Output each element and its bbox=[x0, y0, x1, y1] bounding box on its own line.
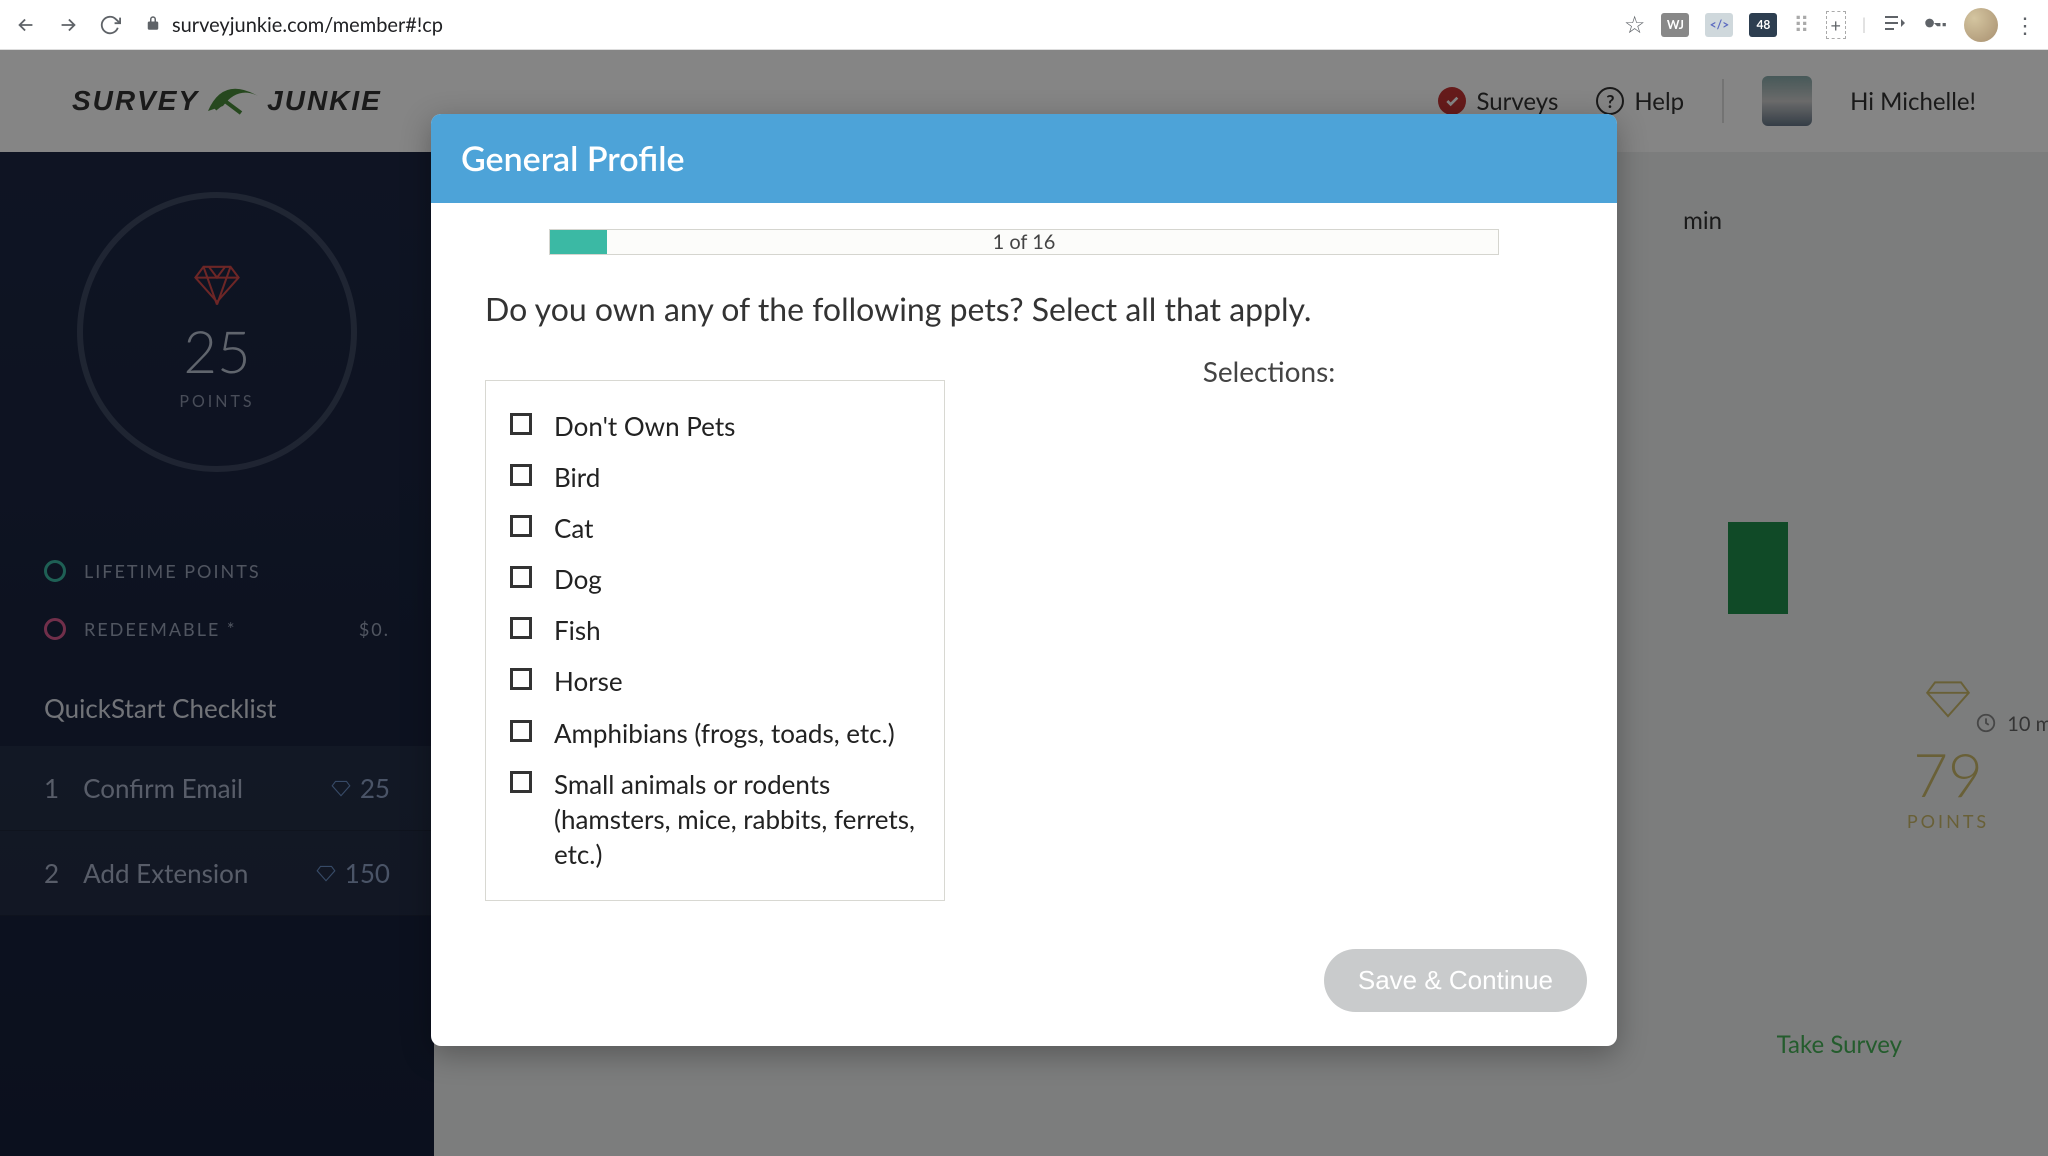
progress-text: 1 of 16 bbox=[993, 230, 1056, 254]
extension-dots-icon[interactable]: ⠿ bbox=[1793, 11, 1809, 39]
address-bar[interactable]: surveyjunkie.com/member#!cp bbox=[138, 13, 1610, 37]
survey-question: Do you own any of the following pets? Se… bbox=[485, 289, 1563, 328]
options-list: Don't Own Pets Bird Cat Dog bbox=[485, 380, 945, 901]
option-fish[interactable]: Fish bbox=[510, 605, 920, 656]
option-label: Small animals or rodents (hamsters, mice… bbox=[554, 767, 920, 872]
reload-button[interactable] bbox=[96, 11, 124, 39]
checkbox-icon[interactable] bbox=[510, 566, 532, 588]
option-label: Don't Own Pets bbox=[554, 409, 735, 444]
option-horse[interactable]: Horse bbox=[510, 656, 920, 707]
option-label: Amphibians (frogs, toads, etc.) bbox=[554, 716, 895, 751]
media-icon[interactable] bbox=[1882, 11, 1906, 39]
checkbox-icon[interactable] bbox=[510, 413, 532, 435]
menu-dots-icon[interactable]: ⋮ bbox=[2014, 11, 2036, 39]
extension-code-icon[interactable]: </> bbox=[1705, 13, 1733, 37]
checkbox-icon[interactable] bbox=[510, 515, 532, 537]
option-bird[interactable]: Bird bbox=[510, 452, 920, 503]
option-label: Dog bbox=[554, 562, 602, 597]
progress-bar: 1 of 16 bbox=[549, 229, 1499, 255]
option-label: Horse bbox=[554, 664, 623, 699]
star-icon[interactable]: ☆ bbox=[1624, 10, 1646, 39]
profile-avatar[interactable] bbox=[1964, 8, 1998, 42]
extension-wj-icon[interactable]: WJ bbox=[1661, 13, 1689, 37]
url-text: surveyjunkie.com/member#!cp bbox=[172, 13, 443, 37]
option-small-animals[interactable]: Small animals or rodents (hamsters, mice… bbox=[510, 759, 920, 880]
extension-badge-48[interactable]: 48 bbox=[1749, 13, 1777, 37]
option-dog[interactable]: Dog bbox=[510, 554, 920, 605]
general-profile-modal: General Profile 1 of 16 Do you own any o… bbox=[431, 114, 1617, 1046]
back-button[interactable] bbox=[12, 11, 40, 39]
modal-title: General Profile bbox=[431, 114, 1617, 203]
forward-button[interactable] bbox=[54, 11, 82, 39]
key-icon[interactable] bbox=[1922, 10, 1948, 40]
checkbox-icon[interactable] bbox=[510, 617, 532, 639]
checkbox-icon[interactable] bbox=[510, 771, 532, 793]
selections-heading: Selections: bbox=[975, 354, 1563, 901]
save-continue-button[interactable]: Save & Continue bbox=[1324, 949, 1587, 1012]
browser-toolbar: surveyjunkie.com/member#!cp ☆ WJ </> 48 … bbox=[0, 0, 2048, 50]
lock-icon bbox=[144, 13, 162, 37]
checkbox-icon[interactable] bbox=[510, 668, 532, 690]
option-cat[interactable]: Cat bbox=[510, 503, 920, 554]
option-dont-own[interactable]: Don't Own Pets bbox=[510, 401, 920, 452]
checkbox-icon[interactable] bbox=[510, 464, 532, 486]
extension-plus-icon[interactable]: + bbox=[1826, 11, 1846, 39]
option-label: Fish bbox=[554, 613, 601, 648]
option-label: Bird bbox=[554, 460, 600, 495]
progress-fill bbox=[550, 230, 607, 254]
option-amphibians[interactable]: Amphibians (frogs, toads, etc.) bbox=[510, 708, 920, 759]
option-label: Cat bbox=[554, 511, 593, 546]
checkbox-icon[interactable] bbox=[510, 720, 532, 742]
